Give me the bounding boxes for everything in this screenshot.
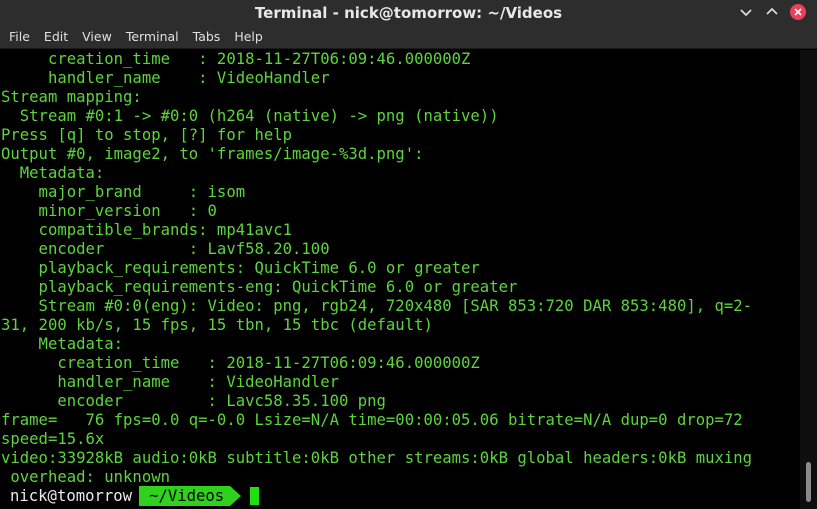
maximize-button[interactable]: [761, 2, 783, 22]
minimize-button[interactable]: [735, 2, 757, 22]
window-title: Terminal - nick@tomorrow: ~/Videos: [254, 3, 563, 22]
terminal-line: major_brand : isom: [1, 183, 246, 201]
terminal-line: Metadata:: [1, 164, 105, 182]
terminal-line: handler_name : VideoHandler: [1, 69, 330, 87]
window-controls: [735, 2, 809, 22]
terminal-line: playback_requirements: QuickTime 6.0 or …: [1, 259, 480, 277]
terminal-line: creation_time : 2018-11-27T06:09:46.0000…: [1, 50, 471, 68]
text-cursor[interactable]: [250, 487, 260, 505]
prompt-directory: ~/Videos: [139, 486, 231, 506]
menu-view[interactable]: View: [75, 29, 119, 44]
menu-file[interactable]: File: [2, 29, 37, 44]
terminal-line: minor_version : 0: [1, 202, 217, 220]
terminal-line: handler_name : VideoHandler: [1, 373, 339, 391]
terminal-line: overhead: unknown: [1, 468, 170, 486]
scrollbar-thumb[interactable]: [806, 462, 811, 502]
menu-edit[interactable]: Edit: [37, 29, 75, 44]
prompt-user: nick@tomorrow: [0, 486, 141, 506]
terminal-line: Stream #0:1 -> #0:0 (h264 (native) -> pn…: [1, 107, 499, 125]
maximize-icon: [766, 7, 778, 15]
terminal-line: Output #0, image2, to 'frames/image-%3d.…: [1, 145, 424, 163]
terminal-line: encoder : Lavc58.35.100 png: [1, 392, 386, 410]
close-button-circle: [790, 4, 806, 20]
terminal-window: Terminal - nick@tomorrow: ~/Videos File …: [0, 0, 817, 509]
terminal-line: video:33928kB audio:0kB subtitle:0kB oth…: [1, 449, 753, 467]
terminal-line: encoder : Lavf58.20.100: [1, 240, 330, 258]
terminal-line: Stream mapping:: [1, 88, 142, 106]
terminal-line: frame= 76 fps=0.0 q=-0.0 Lsize=N/A time=…: [1, 411, 743, 429]
terminal-line: speed=15.6x: [1, 430, 105, 448]
shell-prompt: nick@tomorrow ~/Videos: [0, 486, 260, 506]
menu-terminal[interactable]: Terminal: [119, 29, 186, 44]
close-icon: [794, 8, 802, 16]
menu-help[interactable]: Help: [227, 29, 270, 44]
vertical-scrollbar[interactable]: [800, 50, 817, 509]
close-button[interactable]: [787, 2, 809, 22]
menu-bar: File Edit View Terminal Tabs Help: [0, 25, 817, 49]
prompt-arrow: [230, 486, 242, 506]
terminal-line: Stream #0:0(eng): Video: png, rgb24, 720…: [1, 297, 753, 315]
minimize-icon: [740, 9, 752, 17]
terminal-line: compatible_brands: mp41avc1: [1, 221, 293, 239]
terminal-line: creation_time : 2018-11-27T06:09:46.0000…: [1, 354, 480, 372]
menu-tabs[interactable]: Tabs: [186, 29, 228, 44]
title-bar[interactable]: Terminal - nick@tomorrow: ~/Videos: [0, 0, 817, 25]
terminal-output[interactable]: creation_time : 2018-11-27T06:09:46.0000…: [0, 50, 800, 509]
terminal-line: Press [q] to stop, [?] for help: [1, 126, 293, 144]
terminal-line: Metadata:: [1, 335, 124, 353]
terminal-line: 31, 200 kb/s, 15 fps, 15 tbn, 15 tbc (de…: [1, 316, 433, 334]
terminal-line: playback_requirements-eng: QuickTime 6.0…: [1, 278, 518, 296]
